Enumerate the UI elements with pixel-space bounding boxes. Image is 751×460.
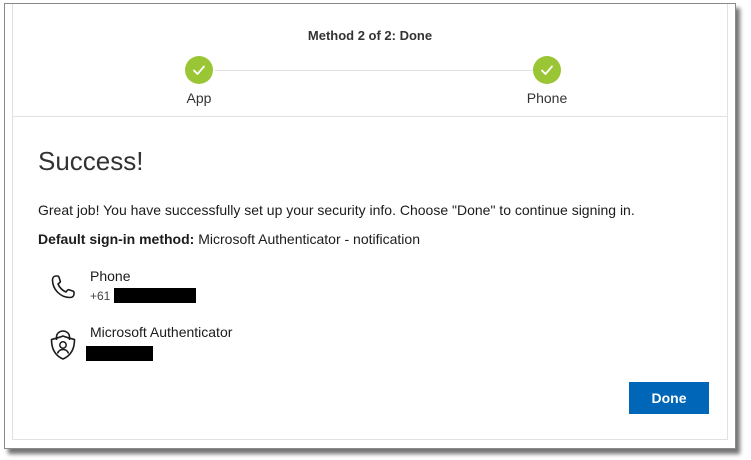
step-label-phone: Phone [526,90,568,106]
method-name-phone: Phone [90,268,131,284]
default-method-value: Microsoft Authenticator - notification [194,231,420,247]
authenticator-lock-icon [48,328,78,360]
method-detail-phone: +61 [90,288,197,303]
step-title: Method 2 of 2: Done [307,28,433,43]
phone-icon [48,272,78,302]
dialog-window: Method 2 of 2: Done App Phone Success! G… [4,3,736,449]
done-button[interactable]: Done [629,382,709,414]
default-method-line: Default sign-in method: Microsoft Authen… [38,231,718,247]
method-detail-authenticator [86,346,153,361]
method-name-authenticator: Microsoft Authenticator [90,324,233,340]
success-message: Great job! You have successfully set up … [38,202,635,218]
redacted-phone-number [114,288,197,303]
step-phone: Phone [507,56,587,106]
check-icon [185,56,213,84]
page-title: Success! [38,146,144,176]
step-app: App [159,56,239,106]
step-label-app: App [186,90,212,106]
success-content: Success! Great job! You have successfull… [38,144,718,361]
method-item-phone: Phone +61 [48,268,348,308]
check-icon [533,56,561,84]
default-method-label: Default sign-in method: [38,231,195,247]
stepper-header: Method 2 of 2: Done App Phone [13,4,727,117]
step-connector-line [215,70,545,71]
dialog-panel: Method 2 of 2: Done App Phone Success! G… [12,4,728,440]
redacted-device-name [86,346,153,361]
phone-country-code: +61 [90,288,111,303]
method-item-authenticator: Microsoft Authenticator [48,324,348,364]
